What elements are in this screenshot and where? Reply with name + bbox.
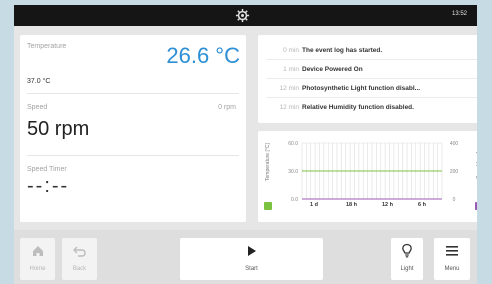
- bottom-bar: Home Back Start Light Menu: [14, 230, 477, 284]
- parameters-card: Temperature 26.6 °C 37.0 °C Speed 0 rpm …: [20, 35, 246, 222]
- clock: 13:52: [451, 11, 467, 17]
- event-time: 12 min: [279, 104, 299, 111]
- x-tick-label: 1 d: [310, 202, 318, 208]
- y-tick-label: 30.0: [288, 169, 298, 175]
- home-button[interactable]: Home: [20, 238, 55, 280]
- event-log-row: 0 min The event log has started.: [258, 42, 477, 59]
- y-axis-label: Temperature [°C]: [265, 143, 271, 181]
- home-label: Home: [29, 266, 46, 272]
- y2-axis-label: Speed [rpm]: [476, 151, 477, 179]
- event-log-row: 1 min Device Powered On: [258, 61, 477, 78]
- lightbulb-icon: [402, 243, 412, 258]
- event-log-row: 12 min Relative Humidity function disable…: [258, 99, 477, 116]
- temperature-setpoint: 37.0 °C: [27, 78, 51, 85]
- trend-chart: 60.0 30.0 0.0 400 200 0 1 d 18 h 12 h 6 h Temperat…: [264, 141, 477, 210]
- temperature-label: Temperature: [27, 43, 67, 50]
- event-log-card[interactable]: 0 min The event log has started. 1 min Devi…: [258, 35, 477, 123]
- event-log-row: 12 min Photosynthetic Light function disa…: [258, 80, 477, 97]
- hamburger-menu-icon: [446, 246, 458, 256]
- timer-label: Speed Timer: [27, 166, 67, 173]
- light-button[interactable]: Light: [391, 238, 423, 280]
- speed-actual: 0 rpm: [218, 104, 236, 111]
- back-arrow-icon: [73, 246, 86, 257]
- menu-label: Menu: [444, 266, 460, 272]
- menu-button[interactable]: Menu: [434, 238, 470, 280]
- event-time: 0 min: [283, 47, 299, 54]
- thermometer-icon: [264, 202, 272, 210]
- x-tick-label: 12 h: [382, 202, 394, 208]
- back-button[interactable]: Back: [62, 238, 97, 280]
- event-time: 12 min: [279, 85, 299, 92]
- x-tick-label: 6 h: [418, 202, 427, 208]
- event-message: Photosynthetic Light function disabl...: [302, 85, 421, 92]
- gear-icon[interactable]: [235, 8, 250, 23]
- play-icon: [248, 246, 256, 256]
- speed-label: Speed: [27, 104, 48, 111]
- y2-tick-label: 200: [450, 169, 459, 175]
- start-button[interactable]: Start: [180, 238, 323, 280]
- x-tick-label: 18 h: [346, 202, 358, 208]
- y2-tick-label: 400: [450, 141, 459, 147]
- temperature-section[interactable]: Temperature 26.6 °C 37.0 °C: [20, 35, 246, 93]
- light-label: Light: [400, 266, 414, 272]
- back-label: Back: [72, 266, 87, 272]
- event-message: The event log has started.: [302, 47, 383, 54]
- device-screen: 13:52 Temperature 26.6 °C 37.0 °C Speed …: [14, 5, 477, 284]
- start-label: Start: [245, 266, 258, 272]
- speed-value: 50 rpm: [27, 118, 90, 140]
- divider: [266, 97, 477, 98]
- chart-card[interactable]: 60.0 30.0 0.0 400 200 0 1 d 18 h 12 h 6 h Temperat…: [258, 131, 477, 222]
- temperature-value: 26.6 °C: [166, 43, 240, 68]
- y-tick-label: 60.0: [288, 141, 298, 147]
- timer-value: --:--: [27, 175, 70, 197]
- divider: [266, 59, 477, 60]
- event-message: Relative Humidity function disabled.: [302, 104, 414, 111]
- event-message: Device Powered On: [302, 66, 363, 73]
- y2-tick-label: 0: [453, 197, 456, 203]
- status-bar: 13:52: [14, 5, 477, 26]
- home-icon: [33, 246, 43, 256]
- rotation-icon: [475, 202, 477, 210]
- y-tick-label: 0.0: [291, 197, 298, 203]
- event-time: 1 min: [283, 66, 299, 73]
- divider: [266, 78, 477, 79]
